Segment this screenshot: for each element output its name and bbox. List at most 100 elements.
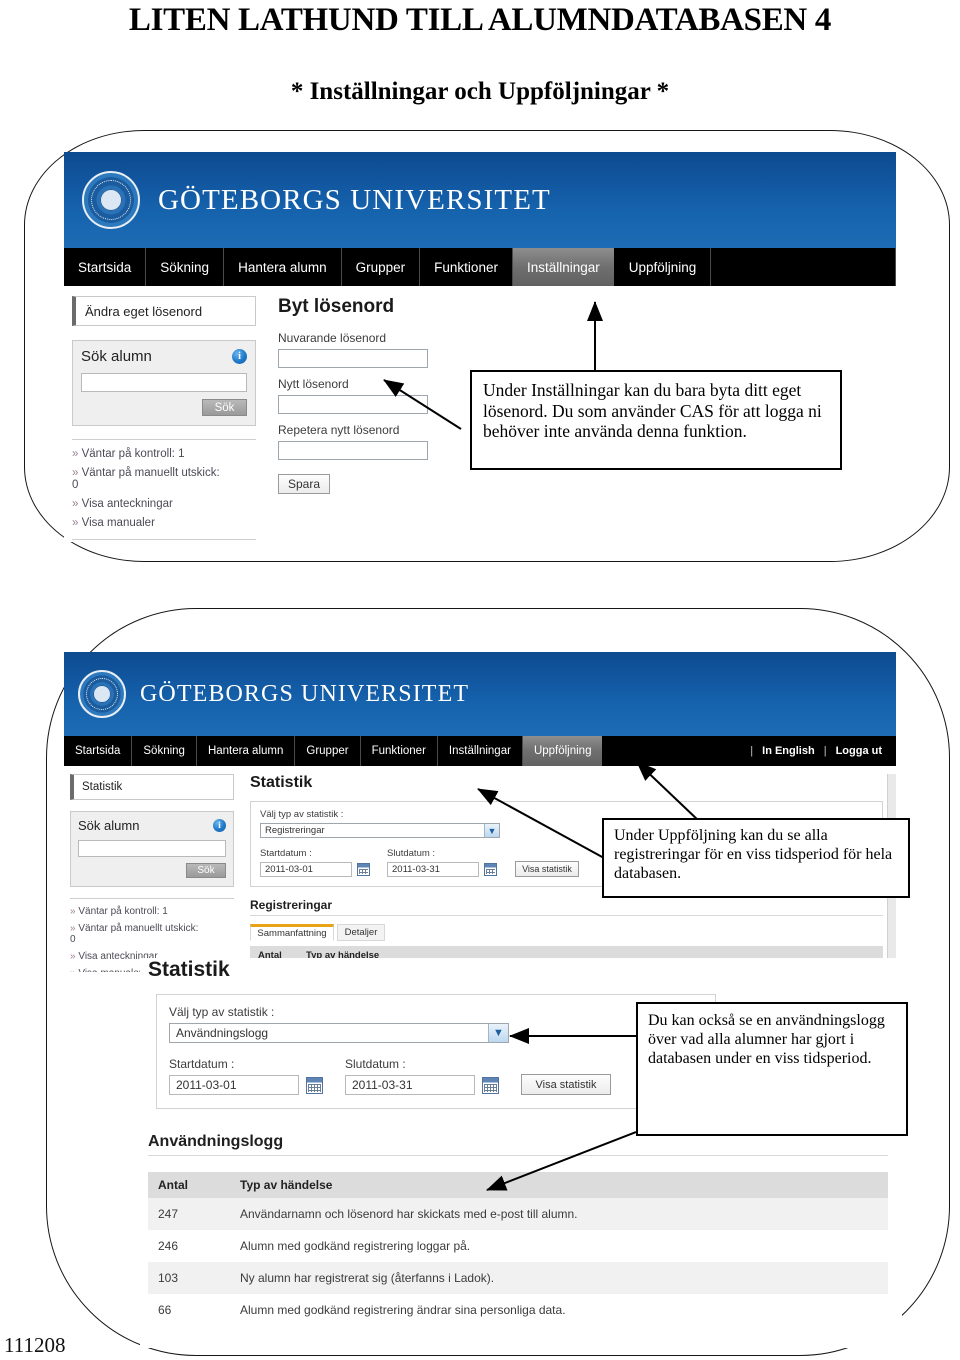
cell-typ: Alumn med godkänd registrering ändrar si… xyxy=(240,1303,566,1317)
end-date-controls-3: 2011-03-31 xyxy=(345,1075,499,1095)
nav-tab-startsida[interactable]: Startsida xyxy=(64,736,133,766)
sidebar-link-vantar-kontroll[interactable]: » Väntar på kontroll: 1 xyxy=(70,906,234,917)
nav-tab-installningar[interactable]: Inställningar xyxy=(438,736,523,766)
tab-sammanfattning[interactable]: Sammanfattning xyxy=(250,924,334,941)
chevron-down-icon[interactable]: ▼ xyxy=(484,824,499,837)
cell-antal: 103 xyxy=(158,1271,179,1285)
save-button[interactable]: Spara xyxy=(278,474,330,494)
screenshot-settings: GÖTEBORGS UNIVERSITET Startsida Sökning … xyxy=(64,152,896,542)
chevron-icon: » xyxy=(70,951,76,962)
search-alumn-box-1: Sök alumn i Sök xyxy=(72,340,256,426)
cell-antal: 246 xyxy=(158,1239,179,1253)
calendar-icon[interactable] xyxy=(484,863,497,876)
sidebar-link-label: Väntar på manuellt utskick: 0 xyxy=(70,923,199,945)
sidebar-link-label: Väntar på manuellt utskick: 0 xyxy=(72,467,220,491)
search-alumn-title: Sök alumn xyxy=(78,818,140,833)
calendar-icon[interactable] xyxy=(482,1076,499,1094)
usage-log-table: Antal Typ av händelse 247 Användarnamn o… xyxy=(148,1172,888,1326)
callout-installningar: Under Inställningar kan du bara byta dit… xyxy=(470,370,842,470)
nav-tab-sokning[interactable]: Sökning xyxy=(146,248,225,286)
sidebar-link-vantar-utskick[interactable]: » Väntar på manuellt utskick: 0 xyxy=(72,467,222,491)
cell-typ: Alumn med godkänd registrering loggar på… xyxy=(240,1239,471,1253)
chevron-icon: » xyxy=(72,448,79,460)
start-date-input-2[interactable]: 2011-03-01 xyxy=(260,862,352,877)
start-date-label-2: Startdatum : xyxy=(260,848,312,859)
nav-tab-hantera-alumn[interactable]: Hantera alumn xyxy=(224,248,342,286)
chevron-down-icon[interactable]: ▼ xyxy=(488,1024,508,1042)
sidebar-2: Statistik Sök alumn i Sök » Väntar på ko… xyxy=(70,774,234,972)
sidebar-link-manualer[interactable]: » Visa manualer xyxy=(72,517,256,529)
chevron-icon: » xyxy=(72,498,79,510)
search-button-2[interactable]: Sök xyxy=(186,863,226,878)
nav-tab-uppfoljning[interactable]: Uppföljning xyxy=(615,248,712,286)
nav-spacer-1 xyxy=(711,248,896,286)
nav-tab-sokning[interactable]: Sökning xyxy=(132,736,197,766)
statistik-type-select-2[interactable]: Registreringar ▼ xyxy=(260,823,500,838)
table-row[interactable]: 246 Alumn med godkänd registrering logga… xyxy=(148,1230,888,1262)
info-icon[interactable]: i xyxy=(213,819,226,832)
start-date-group-3: Startdatum : 2011-03-01 xyxy=(169,1057,323,1095)
password-input-new[interactable] xyxy=(278,395,428,414)
show-statistics-button-3[interactable]: Visa statistik xyxy=(521,1074,611,1095)
nav-tab-installningar[interactable]: Inställningar xyxy=(512,248,615,286)
sidebar-link-vantar-kontroll[interactable]: » Väntar på kontroll: 1 xyxy=(72,448,256,460)
page-number: 111208 xyxy=(4,1333,66,1357)
statistik-heading-3: Statistik xyxy=(148,958,230,981)
select-value-3: Användningslogg xyxy=(176,1026,269,1040)
show-statistics-button-2[interactable]: Visa statistik xyxy=(515,861,579,877)
anvandningslogg-heading: Användningslogg xyxy=(148,1133,888,1156)
main-nav-2[interactable]: Startsida Sökning Hantera alumn Grupper … xyxy=(64,736,896,766)
sidebar-link-label: Visa manualer xyxy=(81,517,155,529)
statistik-type-select-3[interactable]: Användningslogg ▼ xyxy=(169,1023,509,1043)
result-tabs-2[interactable]: Sammanfattning Detaljer xyxy=(250,924,883,941)
password-input-repeat[interactable] xyxy=(278,441,428,460)
nav-tab-funktioner[interactable]: Funktioner xyxy=(361,736,438,766)
chevron-icon: » xyxy=(70,968,76,972)
sidebar-links-1: » Väntar på kontroll: 1 » Väntar på manu… xyxy=(72,439,256,540)
main-nav-1[interactable]: Startsida Sökning Hantera alumn Grupper … xyxy=(64,248,896,286)
callout-anvandningslogg: Du kan också se en användningslogg över … xyxy=(636,1002,908,1136)
calendar-icon[interactable] xyxy=(357,863,370,876)
table-row[interactable]: 103 Ny alumn har registrerat sig (återfa… xyxy=(148,1262,888,1294)
nav-tab-uppfoljning[interactable]: Uppföljning xyxy=(522,736,604,766)
sidebar-link-label: Visa manualer xyxy=(78,968,142,972)
nav-tab-grupper[interactable]: Grupper xyxy=(295,736,361,766)
table-row[interactable]: 247 Användarnamn och lösenord har skicka… xyxy=(148,1198,888,1230)
search-input-1[interactable] xyxy=(81,373,247,392)
nav-link-logga-ut[interactable]: Logga ut xyxy=(827,745,882,757)
end-date-group-2: Slutdatum : 2011-03-31 xyxy=(387,848,497,877)
nav-tab-funktioner[interactable]: Funktioner xyxy=(420,248,513,286)
nav-tab-startsida[interactable]: Startsida xyxy=(64,248,147,286)
gu-banner-1: GÖTEBORGS UNIVERSITET xyxy=(64,152,896,248)
search-alumn-box-2: Sök alumn i Sök xyxy=(70,811,234,887)
gu-wordmark: GÖTEBORGS UNIVERSITET xyxy=(140,680,470,707)
password-input-current[interactable] xyxy=(278,349,428,368)
end-date-input-2[interactable]: 2011-03-31 xyxy=(387,862,479,877)
start-date-input-3[interactable]: 2011-03-01 xyxy=(169,1075,299,1095)
nav-link-in-english[interactable]: In English xyxy=(753,745,824,757)
search-button-1[interactable]: Sök xyxy=(202,399,247,416)
sidebar-divider-1 xyxy=(72,539,256,540)
chevron-icon: » xyxy=(72,467,79,479)
search-input-2[interactable] xyxy=(78,840,226,857)
chevron-icon: » xyxy=(70,923,76,934)
field-label-nuvarande: Nuvarande lösenord xyxy=(278,331,387,345)
nav-tab-grupper[interactable]: Grupper xyxy=(342,248,421,286)
cell-typ: Användarnamn och lösenord har skickats m… xyxy=(240,1207,578,1221)
callout-uppfoljning: Under Uppföljning kan du se alla registr… xyxy=(602,818,910,898)
table-row[interactable]: 66 Alumn med godkänd registrering ändrar… xyxy=(148,1294,888,1326)
sidebar-link-vantar-utskick[interactable]: » Väntar på manuellt utskick: 0 xyxy=(70,923,202,945)
info-icon[interactable]: i xyxy=(232,349,247,364)
sidebar-link-label: Väntar på kontroll: 1 xyxy=(78,906,168,917)
search-alumn-header-2: Sök alumn i xyxy=(78,818,226,833)
sidebar-link-anteckningar[interactable]: » Visa anteckningar xyxy=(72,498,256,510)
tab-detaljer[interactable]: Detaljer xyxy=(337,924,385,941)
end-date-input-3[interactable]: 2011-03-31 xyxy=(345,1075,475,1095)
start-date-group-2: Startdatum : 2011-03-01 xyxy=(260,848,370,877)
statistik-heading-2: Statistik xyxy=(250,774,313,791)
select-label-3: Välj typ av statistik : xyxy=(169,1005,275,1019)
nav-tab-hantera-alumn[interactable]: Hantera alumn xyxy=(197,736,296,766)
calendar-icon[interactable] xyxy=(306,1076,323,1094)
end-date-label-3: Slutdatum : xyxy=(345,1057,406,1071)
nav-spacer-2 xyxy=(603,736,750,766)
